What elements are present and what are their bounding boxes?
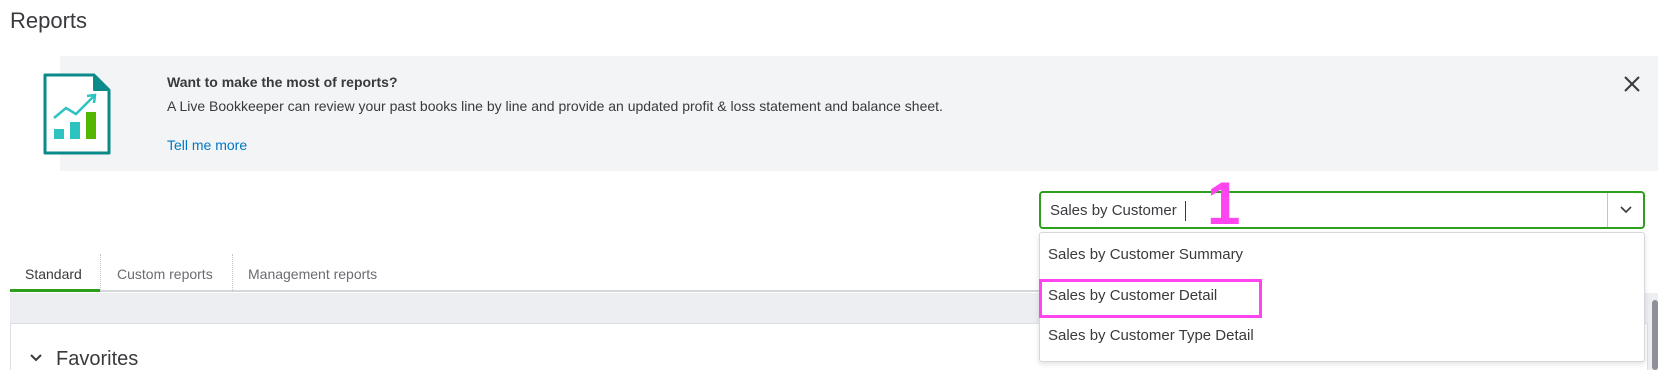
close-icon[interactable] bbox=[1620, 72, 1644, 96]
tab-custom-reports[interactable]: Custom reports bbox=[117, 254, 213, 292]
tab-divider bbox=[232, 254, 233, 292]
report-search-input[interactable] bbox=[1041, 193, 1603, 227]
annotation-highlight-box bbox=[1039, 279, 1262, 318]
dropdown-toggle-button[interactable] bbox=[1607, 193, 1643, 227]
suggestion-label: Sales by Customer Summary bbox=[1048, 246, 1244, 263]
chevron-down-icon[interactable] bbox=[29, 351, 43, 365]
text-cursor bbox=[1185, 201, 1186, 221]
tab-divider bbox=[100, 254, 101, 292]
banner-heading: Want to make the most of reports? bbox=[167, 74, 398, 90]
tell-me-more-link[interactable]: Tell me more bbox=[167, 137, 247, 153]
suggestion-sales-by-customer-summary[interactable]: Sales by Customer Summary bbox=[1040, 236, 1644, 272]
suggestion-label: Sales by Customer Type Detail bbox=[1048, 327, 1254, 344]
tab-management-reports[interactable]: Management reports bbox=[248, 254, 377, 292]
page-title: Reports bbox=[10, 8, 88, 33]
favorites-heading[interactable]: Favorites bbox=[56, 348, 138, 370]
report-growth-chart-icon bbox=[43, 73, 111, 155]
suggestion-sales-by-customer-type-detail[interactable]: Sales by Customer Type Detail bbox=[1040, 317, 1644, 353]
chevron-down-icon bbox=[1619, 206, 1632, 214]
banner-body: A Live Bookkeeper can review your past b… bbox=[167, 98, 943, 114]
report-tabs: Standard Custom reports Management repor… bbox=[10, 254, 1050, 292]
report-search-combobox bbox=[1039, 191, 1645, 229]
tab-standard[interactable]: Standard bbox=[10, 254, 100, 292]
page-scrollbar[interactable] bbox=[1652, 300, 1658, 370]
annotation-step-number: 1 bbox=[1207, 170, 1241, 237]
